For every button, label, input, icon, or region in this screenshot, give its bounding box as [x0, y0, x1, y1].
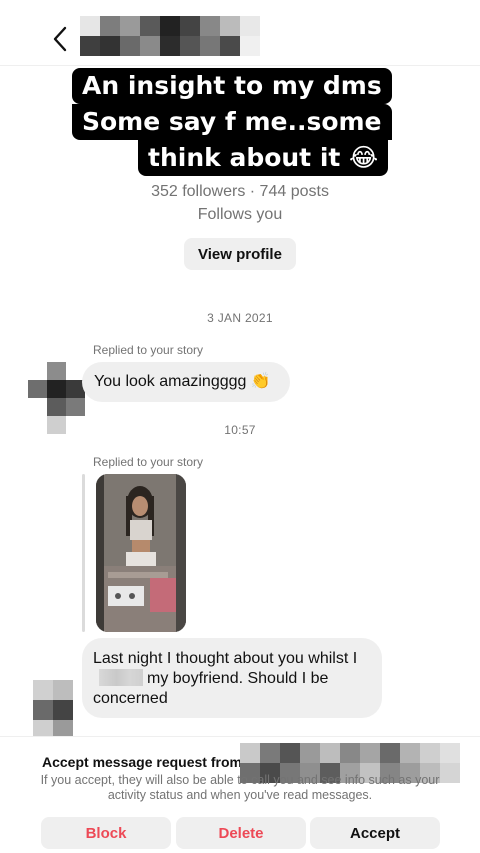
replied-to-story-label: Replied to your story: [93, 343, 204, 357]
view-profile-button[interactable]: View profile: [184, 238, 296, 270]
conversation-header: [0, 0, 480, 66]
request-description: If you accept, they will also be able to…: [40, 773, 440, 802]
message-request-panel: Accept message request from If you accep…: [0, 736, 480, 853]
clapping-hands-emoji: 👏: [250, 373, 271, 390]
redacted-word: [99, 669, 143, 686]
date-stamp: 3 JAN 2021: [207, 311, 273, 325]
message-bubble[interactable]: Last night I thought about you whilst I …: [82, 638, 382, 718]
follows-you-label: Follows you: [197, 206, 283, 223]
block-button[interactable]: Block: [41, 817, 171, 849]
replied-to-story-label: Replied to your story: [93, 455, 204, 469]
accept-button[interactable]: Accept: [310, 817, 440, 849]
request-title: Accept message request from: [42, 754, 242, 770]
chevron-left-icon: [53, 26, 67, 52]
story-reply-indicator: [82, 474, 85, 632]
delete-button[interactable]: Delete: [176, 817, 306, 849]
overlay-caption-line-3: think about it 😂: [138, 140, 389, 176]
message-text-part-1: Last night I thought about you whilst I: [93, 650, 358, 667]
sender-avatar-redacted: [33, 680, 73, 740]
message-text: You look amazingggg: [94, 373, 247, 390]
story-thumbnail[interactable]: [96, 474, 186, 632]
username-redacted: [80, 16, 260, 56]
profile-stats: 352 followers · 744 posts: [151, 183, 329, 200]
message-bubble[interactable]: You look amazingggg 👏: [82, 362, 290, 402]
overlay-caption-line-2: Some say f me..some: [72, 104, 392, 140]
story-photo-image: [96, 474, 186, 632]
time-stamp: 10:57: [224, 423, 256, 437]
back-button[interactable]: [48, 24, 72, 54]
overlay-caption-line-1: An insight to my dms: [72, 68, 392, 104]
